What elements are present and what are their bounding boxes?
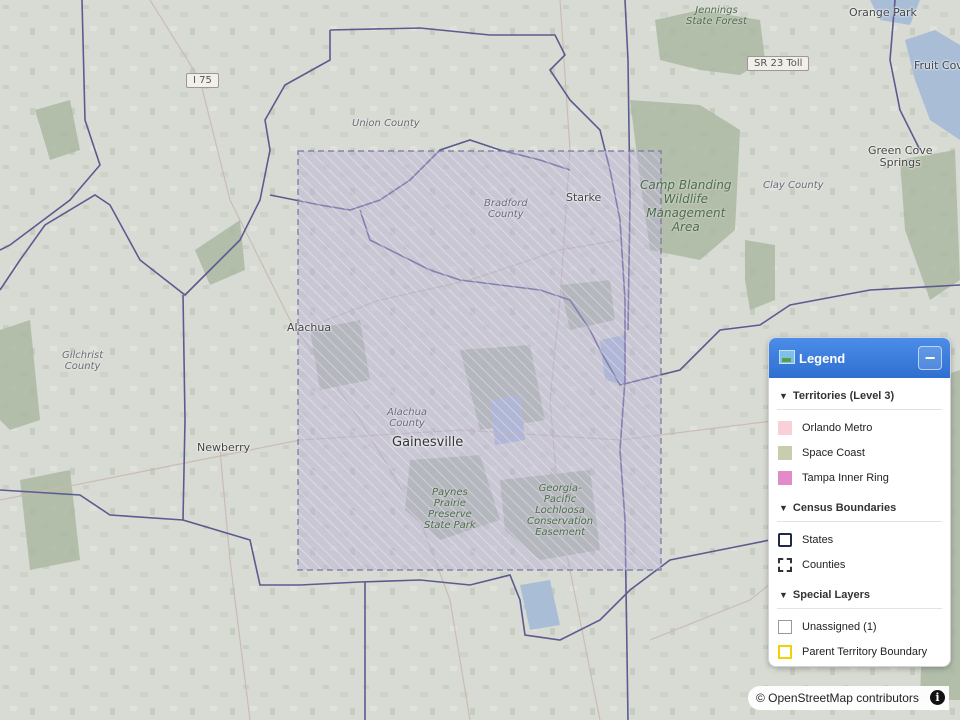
- park-label: Georgia- Pacific Lochloosa Conservation …: [527, 483, 594, 538]
- place-label: Newberry: [197, 441, 251, 454]
- swatch-counties: [778, 557, 792, 572]
- road-shield-i75: I 75: [186, 73, 219, 88]
- info-icon[interactable]: i: [930, 690, 945, 705]
- swatch-parent-territory: [778, 644, 792, 659]
- legend-section-special: ▼ Special Layers Unassigned (1) Parent Te…: [777, 583, 942, 664]
- legend-item-label: Tampa Inner Ring: [802, 471, 889, 484]
- road-shield-sr23: SR 23 Toll: [747, 56, 810, 71]
- legend-item[interactable]: Parent Territory Boundary: [777, 639, 942, 664]
- triangle-down-icon: ▼: [779, 391, 788, 401]
- legend-header[interactable]: Legend −: [769, 338, 950, 378]
- swatch-states: [778, 532, 792, 547]
- section-heading: Census Boundaries: [792, 502, 897, 514]
- legend-body: ▼ Territories (Level 3) Orlando Metro Spa…: [769, 378, 950, 664]
- county-label: Clay County: [763, 180, 824, 191]
- park-label: Camp Blanding Wildlife Management Area: [640, 178, 732, 234]
- legend-collapse-button[interactable]: −: [918, 346, 942, 370]
- place-label: Starke: [566, 191, 602, 204]
- legend-item-label: Parent Territory Boundary: [802, 645, 928, 658]
- legend-item-label: Counties: [802, 558, 846, 571]
- map-attribution: © OpenStreetMap contributors i: [748, 686, 949, 710]
- legend-panel: Legend − ▼ Territories (Level 3) Orlando …: [768, 337, 951, 667]
- county-label: Bradford County: [484, 198, 528, 220]
- swatch-tampa-inner-ring: [778, 470, 792, 485]
- legend-title: Legend: [779, 350, 918, 366]
- legend-item-label: Unassigned (1): [802, 620, 877, 633]
- legend-item-label: Space Coast: [802, 446, 865, 459]
- legend-item-label: Orlando Metro: [802, 421, 873, 434]
- place-label: Green Cove Springs: [868, 144, 933, 169]
- swatch-unassigned: [778, 619, 792, 634]
- park-label: Jennings State Forest: [686, 5, 747, 27]
- place-label: Gainesville: [392, 435, 464, 450]
- swatch-space-coast: [778, 445, 792, 460]
- legend-item[interactable]: Counties: [777, 552, 942, 577]
- legend-section-toggle[interactable]: ▼ Census Boundaries: [777, 496, 942, 522]
- place-label: Fruit Cove: [914, 59, 960, 72]
- legend-item[interactable]: Space Coast: [777, 440, 942, 465]
- attribution-text[interactable]: © OpenStreetMap contributors: [756, 691, 919, 705]
- map-icon: [779, 350, 795, 364]
- legend-item-label: States: [802, 533, 834, 546]
- legend-item[interactable]: Tampa Inner Ring: [777, 465, 942, 490]
- triangle-down-icon: ▼: [779, 590, 788, 600]
- legend-item[interactable]: States: [777, 527, 942, 552]
- legend-item[interactable]: Unassigned (1): [777, 614, 942, 639]
- legend-title-text: Legend: [799, 351, 846, 366]
- place-label: Orange Park: [849, 6, 917, 19]
- swatch-orlando-metro: [778, 420, 792, 435]
- legend-section-census: ▼ Census Boundaries States Counties: [777, 496, 942, 577]
- triangle-down-icon: ▼: [779, 503, 788, 513]
- county-label: Union County: [352, 118, 420, 129]
- section-heading: Special Layers: [792, 589, 870, 601]
- county-label: Alachua County: [387, 407, 428, 429]
- park-label: Paynes Prairie Preserve State Park: [424, 487, 476, 531]
- section-heading: Territories (Level 3): [792, 390, 895, 402]
- territory-overlay: [297, 150, 662, 571]
- county-label: Gilchrist County: [62, 350, 104, 372]
- place-label: Alachua: [287, 321, 332, 334]
- legend-section-toggle[interactable]: ▼ Special Layers: [777, 583, 942, 609]
- legend-item[interactable]: Orlando Metro: [777, 415, 942, 440]
- legend-section-toggle[interactable]: ▼ Territories (Level 3): [777, 384, 942, 410]
- legend-section-territories: ▼ Territories (Level 3) Orlando Metro Spa…: [777, 384, 942, 490]
